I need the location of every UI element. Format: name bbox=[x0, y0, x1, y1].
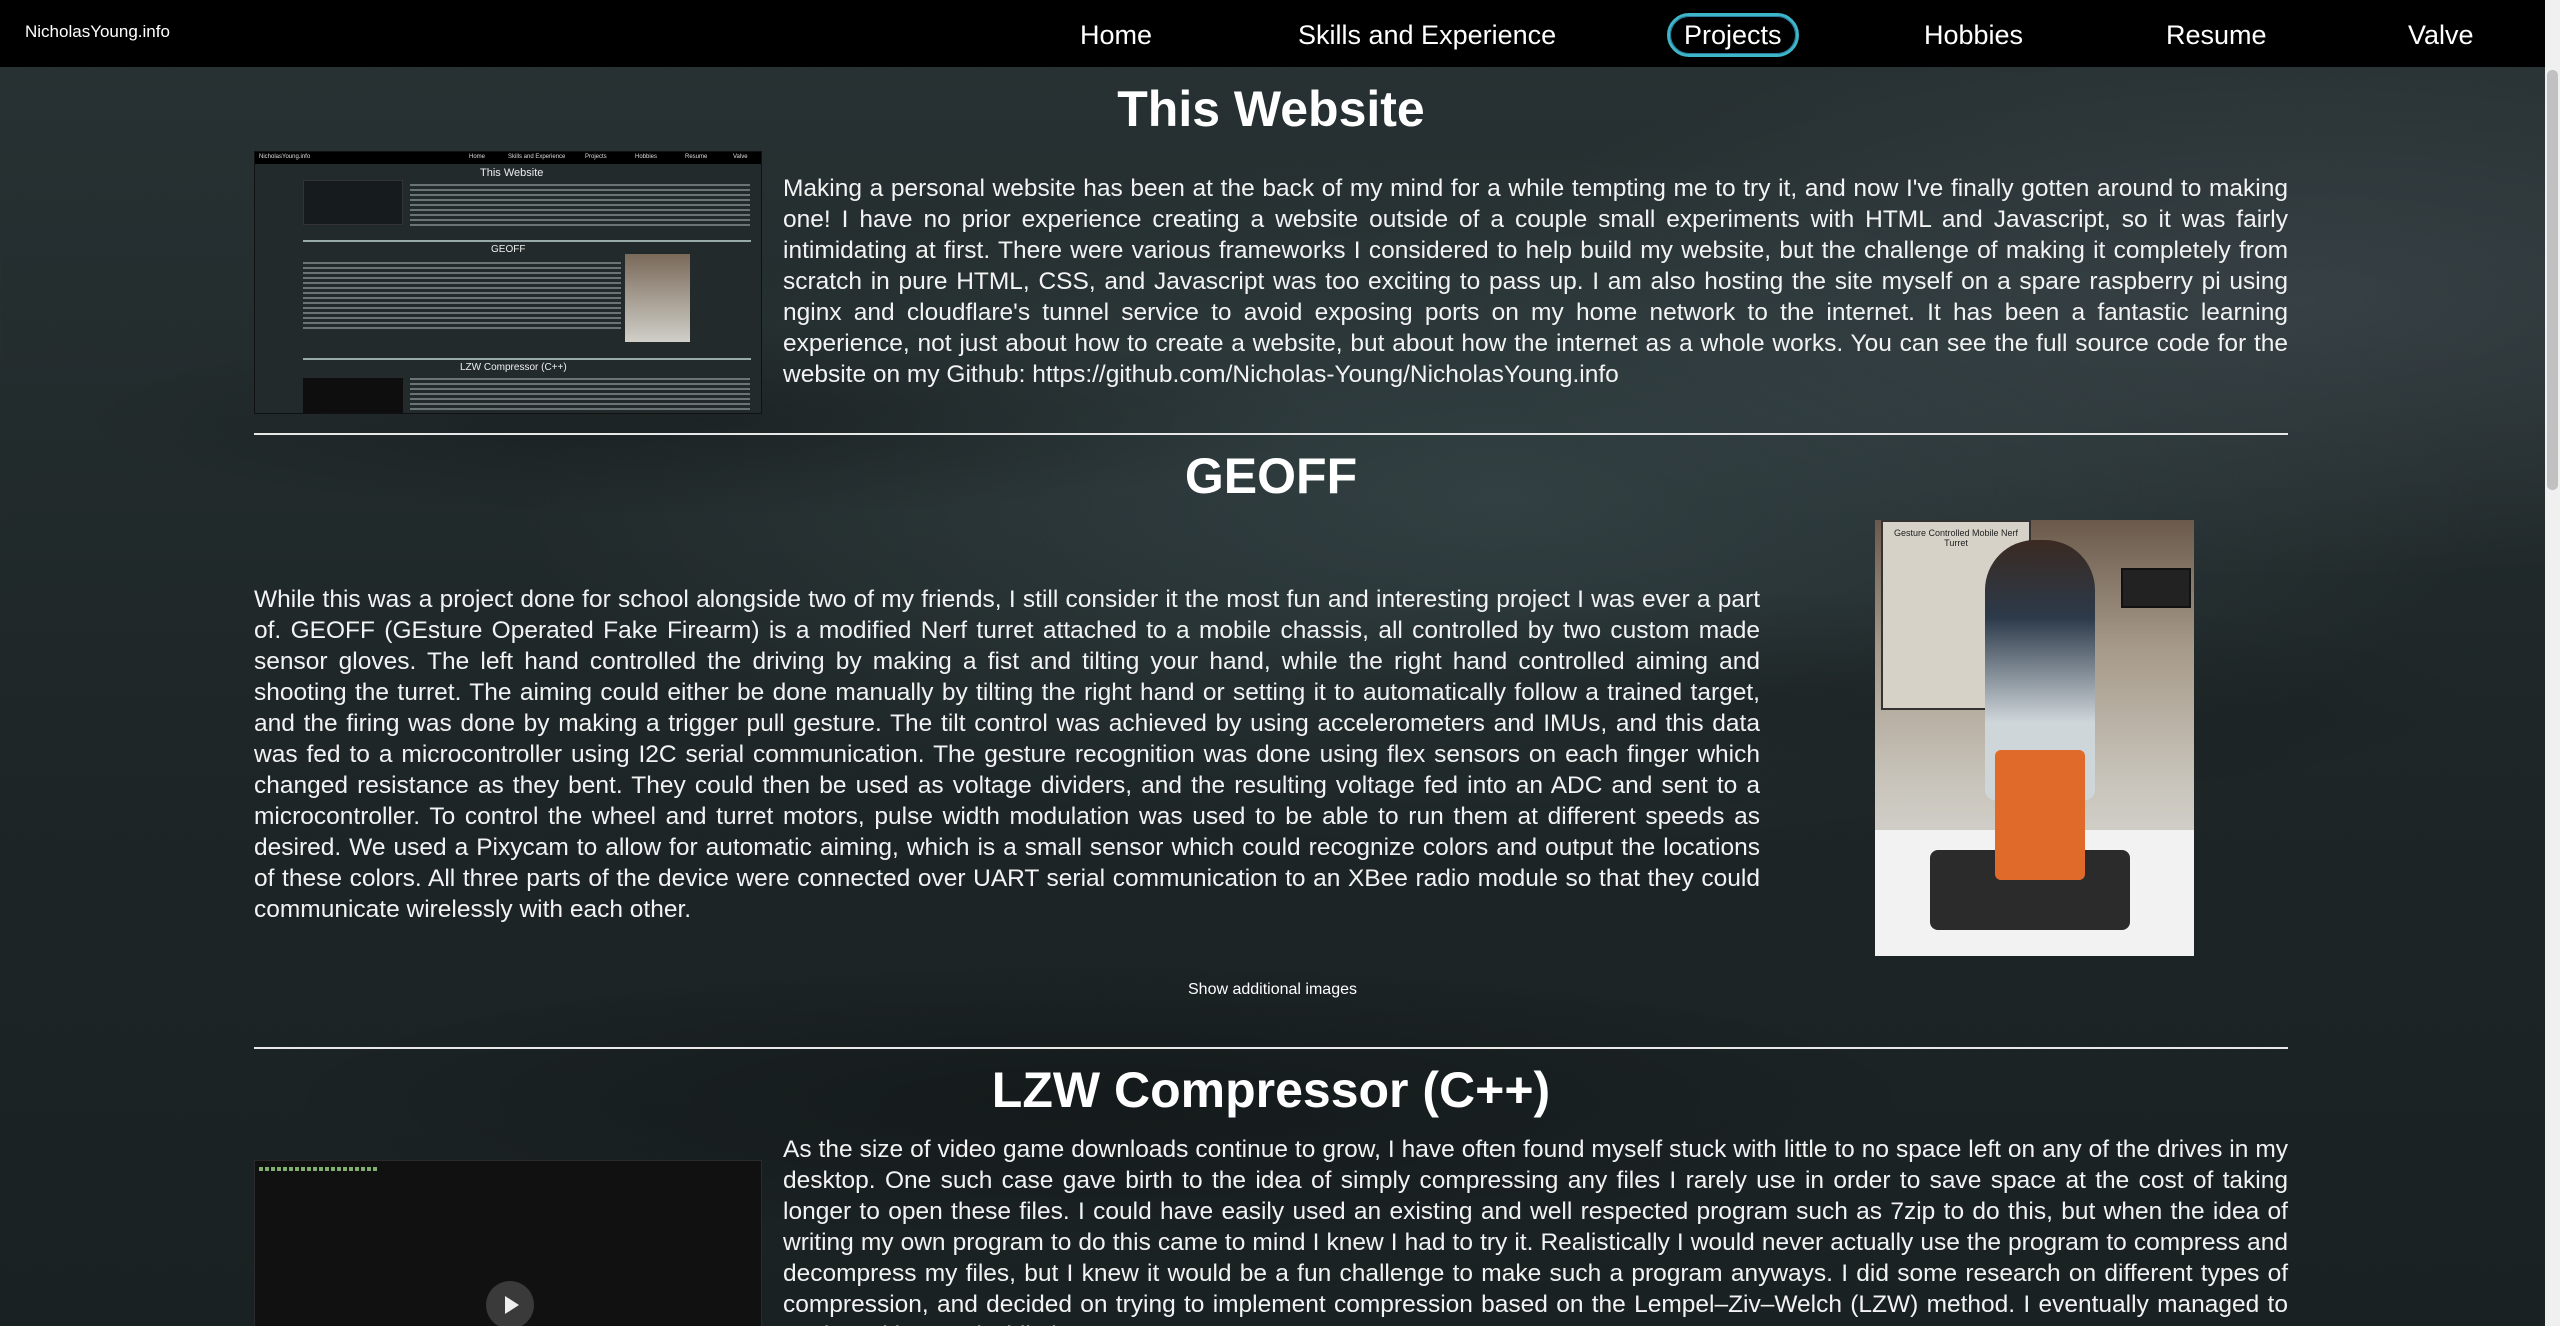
section-title-geoff: GEOFF bbox=[1184, 448, 1358, 504]
geoff-photo[interactable]: Gesture Controlled Mobile Nerf Turret bbox=[1875, 520, 2194, 956]
nav-home[interactable]: Home bbox=[1066, 13, 1166, 57]
thumb-navbar: NicholasYoung.info Home Skills and Exper… bbox=[255, 152, 761, 164]
thumb-divider-2 bbox=[303, 358, 751, 360]
photo-wall-screen bbox=[2121, 568, 2191, 608]
video-terminal-line bbox=[259, 1167, 379, 1171]
geoff-description: While this was a project done for school… bbox=[254, 586, 1760, 923]
thumb-nav-hobbies: Hobbies bbox=[635, 154, 658, 160]
thumb-lzw-text bbox=[410, 378, 750, 413]
thumb-lzw-video bbox=[303, 378, 403, 413]
nav-projects[interactable]: Projects bbox=[1667, 13, 1799, 57]
thumb-title-website: This Website bbox=[480, 167, 544, 179]
thumb-website-image bbox=[303, 180, 403, 225]
website-description: Making a personal website has been at th… bbox=[783, 175, 2288, 388]
thumb-brand: NicholasYoung.info bbox=[259, 154, 311, 160]
thumb-nav-home: Home bbox=[469, 154, 486, 160]
nav-resume[interactable]: Resume bbox=[2152, 13, 2281, 57]
nav-hobbies[interactable]: Hobbies bbox=[1910, 13, 2037, 57]
thumb-divider-1 bbox=[303, 240, 751, 242]
website-screenshot-thumbnail: NicholasYoung.info Home Skills and Exper… bbox=[254, 151, 762, 414]
lzw-description: As the size of video game downloads cont… bbox=[783, 1136, 2288, 1326]
thumb-geoff-text bbox=[303, 262, 621, 332]
thumb-nav-skills: Skills and Experience bbox=[508, 154, 566, 160]
photo-poster-title: Gesture Controlled Mobile Nerf Turret bbox=[1893, 528, 2019, 548]
section-title-website: This Website bbox=[1117, 81, 1425, 137]
play-icon[interactable] bbox=[486, 1281, 534, 1326]
nav-skills-and-experience[interactable]: Skills and Experience bbox=[1284, 13, 1570, 57]
section-divider-2 bbox=[254, 1047, 2288, 1049]
section-title-lzw: LZW Compressor (C++) bbox=[991, 1062, 1551, 1118]
nav-valve[interactable]: Valve bbox=[2394, 13, 2488, 57]
thumb-nav-valve: Valve bbox=[733, 154, 748, 160]
thumb-geoff-photo bbox=[625, 254, 690, 342]
site-brand[interactable]: NicholasYoung.info bbox=[25, 22, 170, 42]
thumb-nav-projects: Projects bbox=[585, 154, 607, 160]
thumb-nav-resume: Resume bbox=[685, 154, 708, 160]
section-divider-1 bbox=[254, 433, 2288, 435]
thumb-website-text bbox=[410, 184, 750, 229]
top-navbar: NicholasYoung.info Home Skills and Exper… bbox=[0, 0, 2545, 67]
thumb-title-lzw: LZW Compressor (C++) bbox=[460, 362, 567, 373]
page-scrollbar[interactable] bbox=[2545, 0, 2560, 1326]
scrollbar-thumb[interactable] bbox=[2547, 70, 2558, 490]
thumb-title-geoff: GEOFF bbox=[491, 244, 526, 255]
show-additional-images-button[interactable]: Show additional images bbox=[1188, 981, 1357, 999]
photo-robot-turret bbox=[1995, 750, 2085, 880]
